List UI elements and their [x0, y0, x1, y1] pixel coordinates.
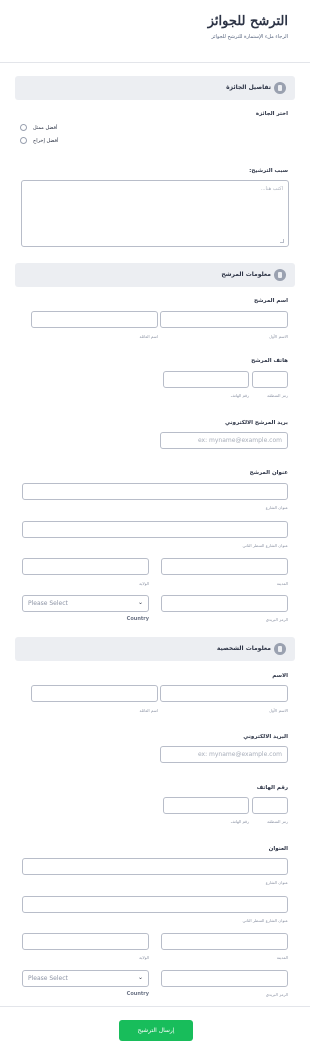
form-title: الترشح للجوائز: [207, 14, 288, 29]
reason-textarea[interactable]: اكتب هنا...: [21, 180, 289, 247]
nominee-city-sub: المدينة: [276, 581, 288, 586]
nominee-phone-number-input[interactable]: [163, 371, 249, 388]
nominee-country-sub: Country: [126, 616, 149, 622]
nominee-name-label: اسم المرشح: [254, 298, 288, 304]
nominee-street2-sub: عنوان الشارع السطر الثاني: [242, 543, 288, 548]
nominee-state-input[interactable]: [22, 558, 149, 575]
radio-best-actor-label: أفضل ممثل: [33, 125, 58, 131]
personal-state-input[interactable]: [22, 933, 149, 950]
personal-section-icon: [274, 643, 286, 655]
nominee-state-sub: الولاية: [139, 581, 149, 586]
nominee-email-label: بريد المرشح الالكتروني: [225, 420, 288, 426]
personal-zip-sub: الرمز البريدي: [265, 992, 288, 997]
personal-street-sub: عنوان الشارع: [265, 880, 288, 885]
personal-country-select[interactable]: Please Select ⌄: [22, 970, 149, 987]
personal-email-input[interactable]: ex: myname@example.com: [160, 746, 288, 763]
nominee-zip-sub: الرمز البريدي: [265, 617, 288, 622]
personal-address-label: العنوان: [268, 846, 288, 852]
personal-country-value: Please Select: [28, 975, 68, 982]
form-subtitle: الرجاء ملء الإستمارة للترشح للجوائز: [211, 34, 288, 40]
nominee-first-name-input[interactable]: [160, 311, 288, 328]
section-personal-header: معلومات الشخصية: [15, 637, 295, 661]
personal-street2-input[interactable]: [22, 896, 288, 913]
personal-street-input[interactable]: [22, 858, 288, 875]
nominee-area-code-input[interactable]: [252, 371, 288, 388]
nominee-area-sub: رمز المنطقة: [267, 393, 288, 398]
section-award-header: تفاصيل الجائزة: [15, 76, 295, 100]
header-divider: [0, 62, 310, 63]
resize-handle-icon[interactable]: [280, 239, 284, 243]
chevron-down-icon: ⌄: [137, 599, 143, 606]
award-section-icon: [274, 82, 286, 94]
submit-button[interactable]: إرسال الترشيح: [119, 1020, 193, 1041]
personal-city-input[interactable]: [161, 933, 288, 950]
nominee-street-sub: عنوان الشارع: [265, 505, 288, 510]
nominee-last-sub: اسم العائلة: [139, 334, 158, 339]
nominee-email-placeholder: ex: myname@example.com: [197, 437, 282, 444]
personal-email-placeholder: ex: myname@example.com: [197, 751, 282, 758]
personal-email-label: البريد الالكتروني: [243, 734, 288, 740]
nominee-zip-input[interactable]: [161, 595, 288, 612]
personal-zip-input[interactable]: [161, 970, 288, 987]
nominee-number-sub: رقم الهاتف: [230, 393, 249, 398]
nominee-address-label: عنوان المرشح: [249, 470, 288, 476]
reason-label: سبب الترشيح:: [249, 168, 288, 174]
footer-divider: [0, 1006, 310, 1007]
nominee-city-input[interactable]: [161, 558, 288, 575]
personal-phone-number-input[interactable]: [163, 797, 249, 814]
nominee-email-input[interactable]: ex: myname@example.com: [160, 432, 288, 449]
personal-name-label: الاسم: [272, 673, 288, 679]
nominee-phone-label: هاتف المرشح: [251, 358, 288, 364]
personal-phone-label: رقم الهاتف: [256, 785, 288, 791]
section-nominee-header: معلومات المرشح: [15, 263, 295, 287]
radio-best-directing[interactable]: [20, 137, 27, 144]
personal-area-code-input[interactable]: [252, 797, 288, 814]
section-nominee-title: معلومات المرشح: [221, 271, 271, 278]
personal-number-sub: رقم الهاتف: [230, 819, 249, 824]
nominee-street-input[interactable]: [22, 483, 288, 500]
nominee-country-select[interactable]: Please Select ⌄: [22, 595, 149, 612]
personal-city-sub: المدينة: [276, 955, 288, 960]
section-personal-title: معلومات الشخصية: [216, 645, 271, 652]
personal-country-sub: Country: [126, 991, 149, 997]
radio-best-directing-label: أفضل إخراج: [33, 138, 59, 144]
nominee-section-icon: [274, 269, 286, 281]
nominee-last-name-input[interactable]: [31, 311, 158, 328]
section-award-title: تفاصيل الجائزة: [226, 84, 271, 91]
personal-state-sub: الولاية: [139, 955, 149, 960]
chevron-down-icon: ⌄: [137, 974, 143, 981]
personal-last-sub: اسم العائلة: [139, 708, 158, 713]
award-choose-label: اختر الجائزة: [255, 111, 288, 117]
personal-first-name-input[interactable]: [160, 685, 288, 702]
nominee-first-sub: الاسم الأول: [269, 334, 288, 339]
personal-first-sub: الاسم الأول: [269, 708, 288, 713]
radio-best-actor[interactable]: [20, 124, 27, 131]
form-page: الترشح للجوائز الرجاء ملء الإستمارة للتر…: [0, 0, 310, 1062]
reason-placeholder: اكتب هنا...: [260, 186, 283, 192]
personal-area-sub: رمز المنطقة: [267, 819, 288, 824]
personal-last-name-input[interactable]: [31, 685, 158, 702]
personal-street2-sub: عنوان الشارع السطر الثاني: [242, 918, 288, 923]
nominee-street2-input[interactable]: [22, 521, 288, 538]
nominee-country-value: Please Select: [28, 600, 68, 607]
